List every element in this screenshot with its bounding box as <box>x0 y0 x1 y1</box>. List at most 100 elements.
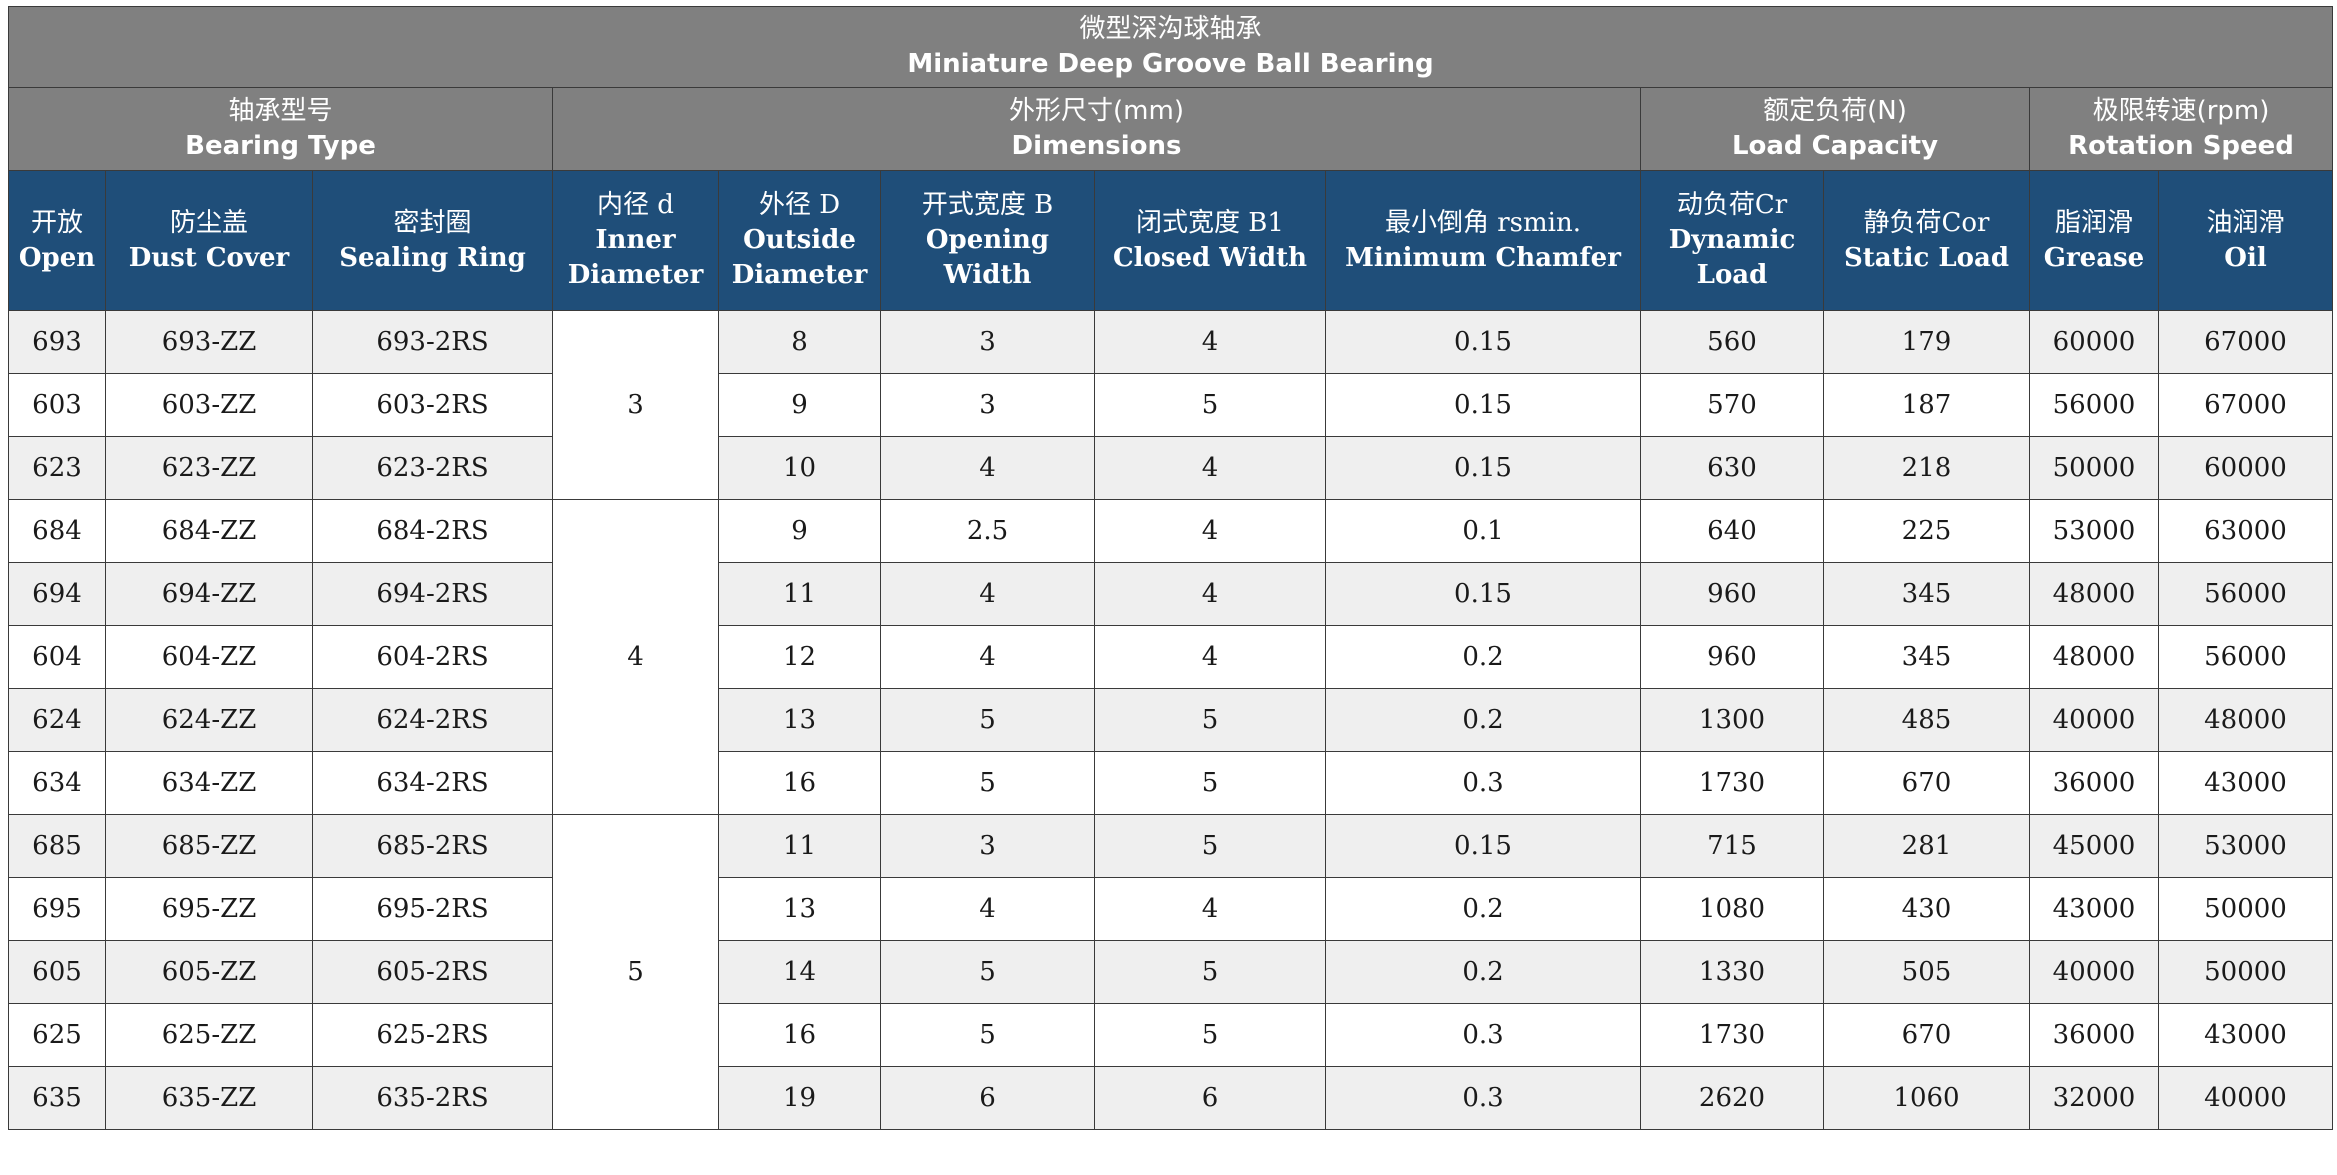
table-row: 684 684-ZZ 684-2RS 4 9 2.5 4 0.1 640 225 53000 6300… <box>8 499 2333 815</box>
cell-outside-diameter: 8 <box>718 310 881 374</box>
col-inner-diameter-header: 内径 d Inner Diameter <box>552 170 719 311</box>
cell-static-load: 1060 <box>1823 1066 2030 1130</box>
cell-opening-width: 3 <box>880 373 1095 437</box>
cell-oil: 50000 <box>2158 940 2333 1004</box>
cell-grease: 45000 <box>2029 814 2159 878</box>
cell-oil: 48000 <box>2158 688 2333 752</box>
table-row: 694 694-ZZ 694-2RS 11 4 4 0.15 960 345 48000 56000 <box>8 562 2333 626</box>
header-label-en: Minimum Chamfer <box>1345 242 1621 273</box>
cell-minimum-chamfer: 0.15 <box>1325 562 1641 626</box>
cell-dust-cover: 694-ZZ <box>105 562 313 626</box>
cell-grease: 40000 <box>2029 940 2159 1004</box>
cell-outside-diameter: 16 <box>718 1003 881 1067</box>
cell-grease: 32000 <box>2029 1066 2159 1130</box>
cell-dynamic-load: 630 <box>1640 436 1824 500</box>
cell-inner-diameter: 3 <box>552 310 719 500</box>
cell-outside-diameter: 13 <box>718 877 881 941</box>
header-label-zh: 内径 d <box>597 190 674 220</box>
cell-closed-width: 4 <box>1094 877 1326 941</box>
col-dynamic-load-header: 动负荷Cr Dynamic Load <box>1640 170 1824 311</box>
cell-outside-diameter: 9 <box>718 373 881 437</box>
cell-sealing-ring: 604-2RS <box>312 625 553 689</box>
group-load-capacity: 额定负荷(N) Load Capacity <box>1640 87 2030 171</box>
cell-inner-diameter: 4 <box>552 499 719 815</box>
header-label-zh: 防尘盖 <box>169 207 248 238</box>
group-label-en: Bearing Type <box>185 131 376 161</box>
cell-sealing-ring: 695-2RS <box>312 877 553 941</box>
col-static-load-header: 静负荷Cor Static Load <box>1823 170 2030 311</box>
cell-open: 623 <box>8 436 106 500</box>
header-label-zh: 闭式宽度 B1 <box>1136 207 1284 238</box>
cell-static-load: 345 <box>1823 562 2030 626</box>
cell-dynamic-load: 960 <box>1640 562 1824 626</box>
cell-opening-width: 3 <box>880 814 1095 878</box>
table-row: 605 605-ZZ 605-2RS 14 5 5 0.2 1330 505 40000 50000 <box>8 940 2333 1004</box>
cell-sealing-ring: 624-2RS <box>312 688 553 752</box>
cell-sealing-ring: 634-2RS <box>312 751 553 815</box>
header-label-en: Dynamic Load <box>1668 225 1796 290</box>
cell-dynamic-load: 1330 <box>1640 940 1824 1004</box>
table-title-zh: 微型深沟球轴承 <box>1079 14 1262 44</box>
cell-outside-diameter: 16 <box>718 751 881 815</box>
group-rotation-speed: 极限转速(rpm) Rotation Speed <box>2029 87 2333 171</box>
col-open-header: 开放 Open <box>8 170 106 311</box>
cell-open: 635 <box>8 1066 106 1130</box>
cell-minimum-chamfer: 0.15 <box>1325 814 1641 878</box>
group-label-zh: 极限转速(rpm) <box>2092 96 2270 126</box>
cell-oil: 56000 <box>2158 625 2333 689</box>
cell-opening-width: 3 <box>880 310 1095 374</box>
cell-outside-diameter: 19 <box>718 1066 881 1130</box>
cell-open: 603 <box>8 373 106 437</box>
cell-sealing-ring: 605-2RS <box>312 940 553 1004</box>
cell-dynamic-load: 1080 <box>1640 877 1824 941</box>
cell-closed-width: 6 <box>1094 1066 1326 1130</box>
cell-dust-cover: 624-ZZ <box>105 688 313 752</box>
cell-closed-width: 4 <box>1094 310 1326 374</box>
cell-sealing-ring: 623-2RS <box>312 436 553 500</box>
cell-closed-width: 5 <box>1094 688 1326 752</box>
header-label-en: Inner Diameter <box>567 225 704 290</box>
cell-outside-diameter: 10 <box>718 436 881 500</box>
table-row: 685 685-ZZ 685-2RS 5 11 3 5 0.15 715 281 45000 5300… <box>8 814 2333 1130</box>
header-label-en: Sealing Ring <box>339 242 526 273</box>
header-label-en: Grease <box>2043 242 2145 273</box>
cell-grease: 36000 <box>2029 1003 2159 1067</box>
col-sealing-ring-header: 密封圈 Sealing Ring <box>312 170 553 311</box>
cell-oil: 63000 <box>2158 499 2333 563</box>
header-label-en: Open <box>18 242 96 273</box>
header-label-zh: 最小倒角 rsmin. <box>1384 207 1582 238</box>
cell-grease: 50000 <box>2029 436 2159 500</box>
cell-static-load: 505 <box>1823 940 2030 1004</box>
cell-open: 624 <box>8 688 106 752</box>
cell-outside-diameter: 14 <box>718 940 881 1004</box>
cell-dynamic-load: 1730 <box>1640 751 1824 815</box>
cell-oil: 43000 <box>2158 1003 2333 1067</box>
cell-dust-cover: 604-ZZ <box>105 625 313 689</box>
column-header-row: 开放 Open 防尘盖 Dust Cover 密封圈 Sealing Ring 内径 d In… <box>8 170 2333 311</box>
cell-open: 694 <box>8 562 106 626</box>
cell-static-load: 345 <box>1823 625 2030 689</box>
cell-grease: 56000 <box>2029 373 2159 437</box>
col-outside-diameter-header: 外径 D Outside Diameter <box>718 170 881 311</box>
cell-opening-width: 5 <box>880 751 1095 815</box>
cell-closed-width: 5 <box>1094 373 1326 437</box>
cell-closed-width: 5 <box>1094 814 1326 878</box>
header-label-en: Outside Diameter <box>731 225 868 290</box>
cell-dust-cover: 603-ZZ <box>105 373 313 437</box>
cell-static-load: 485 <box>1823 688 2030 752</box>
cell-static-load: 218 <box>1823 436 2030 500</box>
cell-opening-width: 2.5 <box>880 499 1095 563</box>
cell-dynamic-load: 960 <box>1640 625 1824 689</box>
header-label-zh: 密封圈 <box>393 207 472 238</box>
cell-dynamic-load: 560 <box>1640 310 1824 374</box>
cell-grease: 48000 <box>2029 562 2159 626</box>
cell-dust-cover: 623-ZZ <box>105 436 313 500</box>
group-label-en: Rotation Speed <box>2068 131 2294 161</box>
cell-dynamic-load: 2620 <box>1640 1066 1824 1130</box>
cell-grease: 48000 <box>2029 625 2159 689</box>
cell-oil: 56000 <box>2158 562 2333 626</box>
table-title: 微型深沟球轴承 Miniature Deep Groove Ball Beari… <box>8 6 2333 88</box>
cell-dust-cover: 634-ZZ <box>105 751 313 815</box>
header-label-zh: 动负荷Cr <box>1676 190 1788 220</box>
cell-sealing-ring: 625-2RS <box>312 1003 553 1067</box>
